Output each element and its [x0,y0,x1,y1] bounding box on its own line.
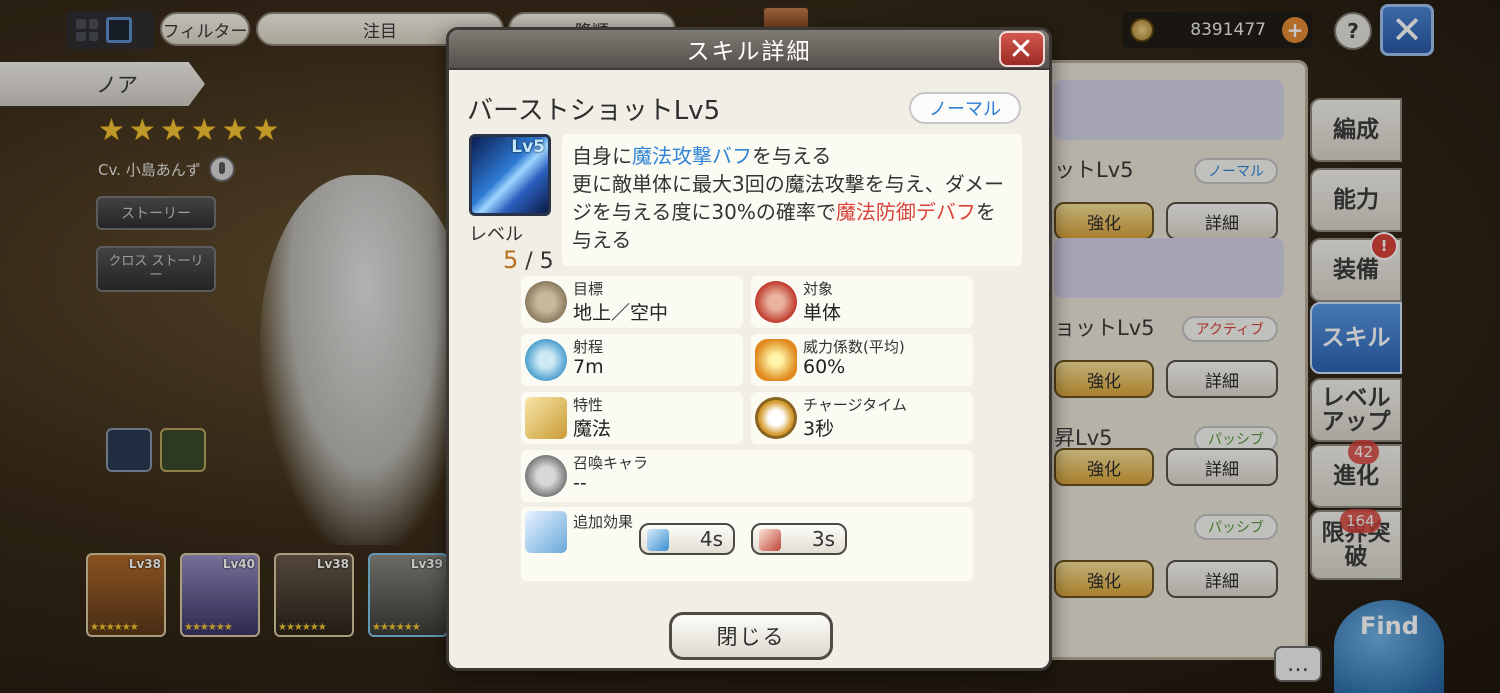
level-label: レベル [469,224,523,245]
stat-range: 射程 7m [521,334,743,386]
effect-duration: 4s [699,527,723,551]
clock-icon [755,397,797,439]
description-text: 自身に [572,144,632,168]
description-buff-highlight: 魔法攻撃バフ [632,144,752,168]
description-text: を与える [752,144,832,168]
skill-type-badge: ノーマル [909,92,1021,124]
effect-duration: 3s [811,527,835,551]
stat-label: 対象 [803,280,834,298]
summon-helmet-icon [525,455,567,497]
stat-value: 60% [803,356,846,378]
stat-attribute: 特性 魔法 [521,392,743,444]
stat-label: 射程 [573,338,604,356]
stat-value: 魔法 [573,418,612,440]
dialog-title: スキル詳細 [686,39,812,65]
stat-target: 目標 地上／空中 [521,276,743,328]
stat-label: 召喚キャラ [573,454,649,472]
dialog-header: スキル詳細 ✕ [449,30,1049,70]
level-current: 5 [503,246,519,274]
additional-effects-label: 追加効果 [573,513,634,531]
magic-defense-debuff-icon [759,529,781,551]
stat-label: チャージタイム [803,396,907,414]
sword-plus-icon [525,511,567,553]
skill-name: バーストショットLv5 [467,96,721,126]
stat-value: -- [573,472,587,494]
stat-summon: 召喚キャラ -- [521,450,973,502]
stat-power: 威力係数(平均) 60% [751,334,973,386]
level-value: 5 / 5 [503,246,554,274]
stat-label: 威力係数(平均) [803,338,905,356]
magic-attack-buff-icon [647,529,669,551]
additional-effects: 追加効果 4s 3s [521,507,973,581]
stat-value: 地上／空中 [573,302,669,324]
skill-description: 自身に魔法攻撃バフを与える 更に敵単体に最大3回の魔法攻撃を与え、ダメージを与え… [562,134,1022,266]
effect-chip[interactable]: 3s [751,523,847,555]
crosshair-icon [525,281,567,323]
explosion-icon [755,339,797,381]
skill-detail-dialog: スキル詳細 ✕ バーストショットLv5 ノーマル Lv5 レベル 5 / 5 自… [446,27,1052,671]
close-icon[interactable]: ✕ [999,31,1045,67]
stat-value: 7m [573,356,604,378]
stat-charge: チャージタイム 3秒 [751,392,973,444]
stat-scope: 対象 単体 [751,276,973,328]
skill-icon: Lv5 [469,134,551,216]
stat-value: 3秒 [803,418,835,440]
single-target-icon [755,281,797,323]
skill-icon-level: Lv5 [511,137,545,157]
sword-icon [525,397,567,439]
stat-label: 特性 [573,396,604,414]
stat-label: 目標 [573,280,604,298]
range-arrow-icon [525,339,567,381]
description-debuff-highlight: 魔法防御デバフ [835,200,976,224]
level-max: / 5 [518,249,554,274]
close-button[interactable]: 閉じる [669,612,833,660]
stat-value: 単体 [803,302,842,324]
effect-chip[interactable]: 4s [639,523,735,555]
